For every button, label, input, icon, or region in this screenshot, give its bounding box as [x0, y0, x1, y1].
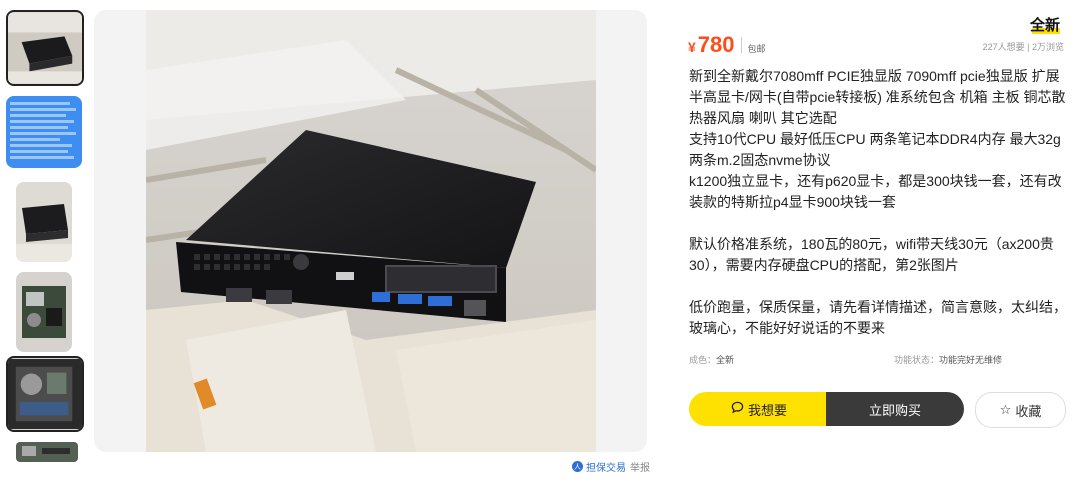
desc-spacer — [689, 213, 1071, 234]
price-row: ¥ 780 包邮 — [688, 32, 766, 58]
function-meta-label: 功能状态： — [894, 355, 940, 365]
guarantee-icon: 人 — [572, 461, 583, 472]
thumbnail-6[interactable] — [16, 442, 78, 462]
desc-para-5: 低价跑量，保质保量，请先看详情描述，简言意赅，太纠结，玻璃心，不能好好说话的不要… — [689, 299, 1067, 336]
shipping-label: 包邮 — [747, 44, 766, 54]
report-link[interactable]: 举报 — [630, 459, 650, 474]
condition-badge: 全新 — [1030, 14, 1061, 35]
desc-para-3: k1200独立显卡，还有p620显卡，都是300块钱一套，还有改装款的特斯拉p4… — [689, 173, 1062, 210]
desc-para-2: 支持10代CPU 最好低压CPU 两条笔记本DDR4内存 最大32g 两条m.2… — [689, 131, 1061, 168]
star-icon: ☆ — [999, 402, 1012, 417]
thumbnail-4[interactable] — [16, 272, 72, 352]
main-image-area — [94, 10, 647, 452]
desc-spacer — [689, 276, 1071, 297]
thumbnail-6-image — [16, 442, 78, 462]
desc-para-1: 新到全新戴尔7080mff PCIE独显版 7090mff pcie独显版 扩展… — [689, 68, 1066, 126]
thumbnail-2-image — [6, 96, 82, 168]
desc-para-4: 默认价格准系统，180瓦的80元，wifi带天线30元（ax200贵30），需要… — [689, 236, 1054, 273]
want-button[interactable]: 我想要 — [689, 392, 829, 426]
buy-now-label: 立即购买 — [868, 402, 921, 418]
chat-icon — [731, 401, 744, 417]
guarantee-label: 担保交易 — [586, 463, 626, 474]
main-product-photo[interactable] — [146, 10, 596, 452]
price-value: 780 — [697, 32, 735, 57]
favorite-label: 收藏 — [1015, 403, 1042, 419]
thumbnail-1-image — [8, 12, 82, 84]
function-meta-value: 功能完好无维修 — [939, 355, 1003, 365]
thumbnail-5[interactable] — [6, 356, 84, 432]
thumbnail-5-image — [8, 358, 82, 430]
thumbnail-3[interactable] — [16, 182, 72, 262]
price-divider — [740, 37, 742, 53]
condition-meta-label: 成色： — [689, 355, 717, 365]
want-button-label: 我想要 — [747, 402, 787, 418]
mini-pc-photo — [146, 10, 596, 452]
buy-now-button[interactable]: 立即购买 — [826, 392, 964, 426]
item-description: 新到全新戴尔7080mff PCIE独显版 7090mff pcie独显版 扩展… — [689, 66, 1071, 339]
thumbnail-3-image — [16, 182, 72, 262]
thumbnail-1[interactable] — [6, 10, 84, 86]
function-meta: 功能状态：功能完好无维修 — [894, 353, 1002, 366]
condition-meta: 成色：全新 — [689, 353, 734, 366]
price-currency: ¥ — [688, 39, 696, 55]
thumbnail-4-image — [16, 272, 72, 352]
favorite-button[interactable]: ☆ 收藏 — [975, 392, 1066, 428]
thumbnail-2[interactable] — [6, 96, 82, 168]
item-stats: 227人想要 | 2万浏览 — [982, 42, 1064, 52]
condition-meta-value: 全新 — [716, 355, 735, 365]
guarantee-link[interactable]: 人 担保交易 — [572, 459, 626, 474]
